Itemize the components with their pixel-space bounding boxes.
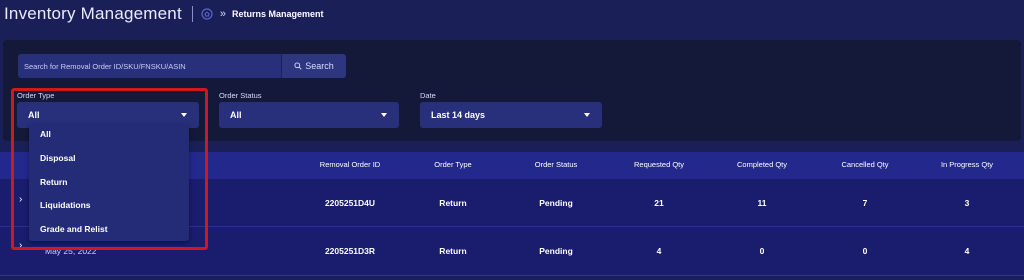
menu-item-all[interactable]: All xyxy=(40,129,51,139)
in-progress-qty-cell: 3 xyxy=(964,198,970,208)
removal-order-id[interactable]: 2205251D4U xyxy=(325,198,375,208)
menu-item-grade-and-relist[interactable]: Grade and Relist xyxy=(40,224,108,234)
top-header: Inventory Management » Returns Managemen… xyxy=(0,0,1024,28)
completed-qty-cell: 11 xyxy=(757,198,767,208)
menu-item-return[interactable]: Return xyxy=(40,177,67,187)
chevron-down-icon xyxy=(584,113,590,117)
row-date: May 25, 2022 xyxy=(45,246,97,256)
search-bar: Search xyxy=(18,54,346,78)
column-header[interactable]: Cancelled Qty xyxy=(841,160,888,169)
column-header[interactable]: Requested Qty xyxy=(634,160,684,169)
cancelled-qty-cell: 7 xyxy=(862,198,868,208)
order-type-dropdown-menu: All Disposal Return Liquidations Grade a… xyxy=(29,123,189,241)
requested-qty-cell: 4 xyxy=(656,246,662,256)
order-status-value: All xyxy=(230,110,242,120)
order-type-cell: Return xyxy=(439,246,467,256)
requested-qty-cell: 21 xyxy=(654,198,664,208)
search-icon xyxy=(294,62,302,70)
date-value: Last 14 days xyxy=(431,110,486,120)
column-header[interactable]: Removal Order ID xyxy=(320,160,380,169)
app-title: Inventory Management xyxy=(4,4,182,23)
home-icon[interactable] xyxy=(201,8,214,21)
order-status-cell: Pending xyxy=(539,198,573,208)
chevron-down-icon xyxy=(381,113,387,117)
date-select[interactable]: Last 14 days xyxy=(420,102,602,128)
search-input[interactable] xyxy=(18,54,281,78)
breadcrumb-separator: » xyxy=(219,8,227,20)
header-divider xyxy=(191,6,193,22)
expand-row-icon[interactable]: › xyxy=(19,194,22,205)
breadcrumb-current: Returns Management xyxy=(232,9,324,19)
order-status-cell: Pending xyxy=(539,246,573,256)
in-progress-qty-cell: 4 xyxy=(964,246,970,256)
search-button-label: Search xyxy=(305,61,334,71)
order-type-value: All xyxy=(28,110,40,120)
order-type-label: Order Type xyxy=(17,91,55,100)
completed-qty-cell: 0 xyxy=(759,246,765,256)
column-header[interactable]: In Progress Qty xyxy=(941,160,993,169)
search-button[interactable]: Search xyxy=(281,54,346,78)
column-header[interactable]: Completed Qty xyxy=(737,160,787,169)
chevron-down-icon xyxy=(181,113,187,117)
removal-order-id[interactable]: 2205251D3R xyxy=(325,246,375,256)
order-status-label: Order Status xyxy=(219,91,262,100)
menu-item-disposal[interactable]: Disposal xyxy=(40,153,75,163)
column-header[interactable]: Order Status xyxy=(535,160,578,169)
date-label: Date xyxy=(420,91,436,100)
menu-item-liquidations[interactable]: Liquidations xyxy=(40,200,91,210)
expand-row-icon[interactable]: › xyxy=(19,240,22,251)
order-status-select[interactable]: All xyxy=(219,102,399,128)
column-header[interactable]: Order Type xyxy=(434,160,471,169)
order-type-cell: Return xyxy=(439,198,467,208)
cancelled-qty-cell: 0 xyxy=(862,246,868,256)
